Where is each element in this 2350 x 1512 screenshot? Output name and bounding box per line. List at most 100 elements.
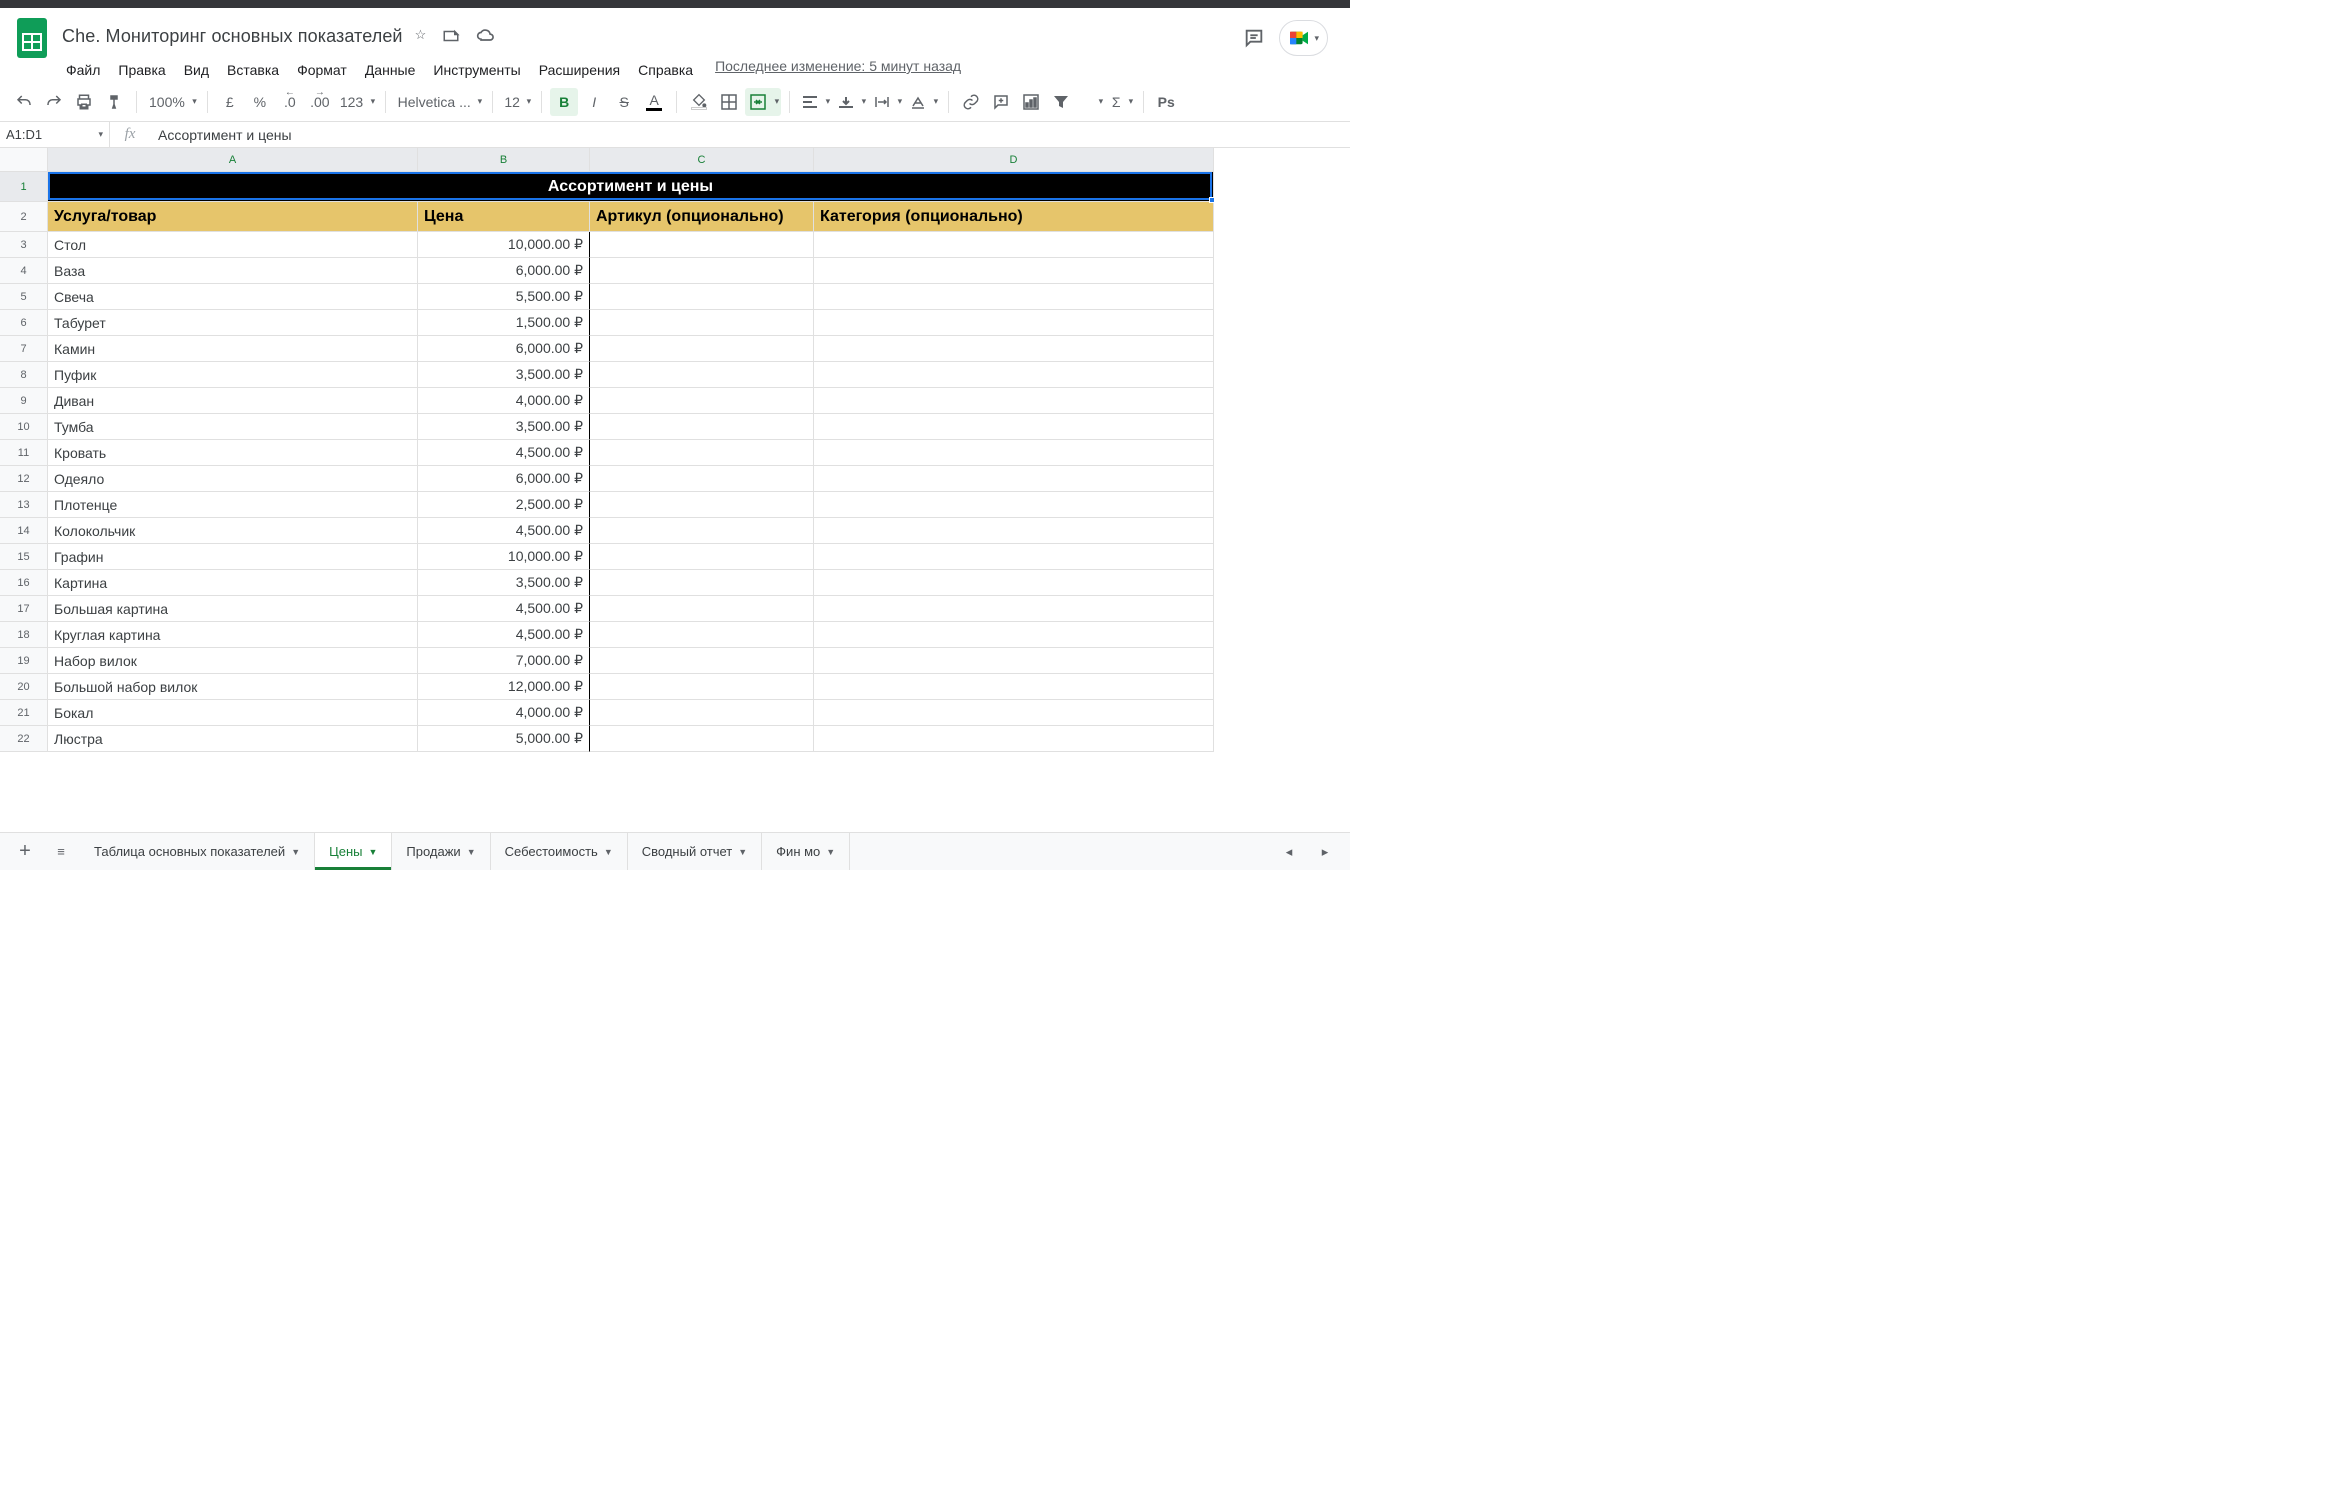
cell-D13[interactable] bbox=[814, 492, 1214, 518]
cell-B13[interactable]: 2,500.00 ₽ bbox=[418, 492, 590, 518]
strikethrough-icon[interactable]: S bbox=[610, 88, 638, 116]
row-header-20[interactable]: 20 bbox=[0, 674, 48, 700]
table-header-D[interactable]: Категория (опционально) bbox=[814, 202, 1214, 232]
cell-C21[interactable] bbox=[590, 700, 814, 726]
cell-A3[interactable]: Стол bbox=[48, 232, 418, 258]
currency-icon[interactable]: £ bbox=[216, 88, 244, 116]
cell-A12[interactable]: Одеяло bbox=[48, 466, 418, 492]
cell-D21[interactable] bbox=[814, 700, 1214, 726]
row-header-9[interactable]: 9 bbox=[0, 388, 48, 414]
cell-A22[interactable]: Люстра bbox=[48, 726, 418, 752]
row-header-13[interactable]: 13 bbox=[0, 492, 48, 518]
print-icon[interactable] bbox=[70, 88, 98, 116]
zoom-dropdown[interactable]: 100% bbox=[145, 88, 199, 116]
cell-C8[interactable] bbox=[590, 362, 814, 388]
all-sheets-icon[interactable]: ≡ bbox=[44, 837, 78, 867]
cell-D10[interactable] bbox=[814, 414, 1214, 440]
cell-D8[interactable] bbox=[814, 362, 1214, 388]
move-icon[interactable] bbox=[442, 27, 460, 45]
cell-C7[interactable] bbox=[590, 336, 814, 362]
cell-B5[interactable]: 5,500.00 ₽ bbox=[418, 284, 590, 310]
font-size-dropdown[interactable]: 12 bbox=[501, 88, 533, 116]
menu-tools[interactable]: Инструменты bbox=[425, 58, 528, 82]
merge-cells-icon[interactable] bbox=[745, 88, 781, 116]
chevron-down-icon[interactable]: ▼ bbox=[291, 847, 300, 857]
scroll-tabs-left-icon[interactable]: ◂ bbox=[1272, 837, 1306, 867]
menu-insert[interactable]: Вставка bbox=[219, 58, 287, 82]
cell-D11[interactable] bbox=[814, 440, 1214, 466]
cell-A17[interactable]: Большая картина bbox=[48, 596, 418, 622]
cell-B9[interactable]: 4,000.00 ₽ bbox=[418, 388, 590, 414]
cell-B20[interactable]: 12,000.00 ₽ bbox=[418, 674, 590, 700]
formula-input[interactable]: Ассортимент и цены bbox=[150, 127, 1350, 143]
cell-D12[interactable] bbox=[814, 466, 1214, 492]
col-header-A[interactable]: A bbox=[48, 148, 418, 172]
row-header-12[interactable]: 12 bbox=[0, 466, 48, 492]
menu-extensions[interactable]: Расширения bbox=[531, 58, 628, 82]
cell-D4[interactable] bbox=[814, 258, 1214, 284]
cell-C11[interactable] bbox=[590, 440, 814, 466]
last-edit-link[interactable]: Последнее изменение: 5 минут назад bbox=[715, 58, 961, 82]
spreadsheet-grid[interactable]: ABCD1Ассортимент и цены2Услуга/товарЦена… bbox=[0, 148, 1350, 832]
cell-B12[interactable]: 6,000.00 ₽ bbox=[418, 466, 590, 492]
borders-icon[interactable] bbox=[715, 88, 743, 116]
row-header-19[interactable]: 19 bbox=[0, 648, 48, 674]
cell-D20[interactable] bbox=[814, 674, 1214, 700]
cell-B14[interactable]: 4,500.00 ₽ bbox=[418, 518, 590, 544]
cell-A14[interactable]: Колокольчик bbox=[48, 518, 418, 544]
menu-format[interactable]: Формат bbox=[289, 58, 355, 82]
cell-A20[interactable]: Большой набор вилок bbox=[48, 674, 418, 700]
cell-A10[interactable]: Тумба bbox=[48, 414, 418, 440]
cell-A16[interactable]: Картина bbox=[48, 570, 418, 596]
row-header-11[interactable]: 11 bbox=[0, 440, 48, 466]
cell-C5[interactable] bbox=[590, 284, 814, 310]
chevron-down-icon[interactable]: ▼ bbox=[368, 847, 377, 857]
col-header-B[interactable]: B bbox=[418, 148, 590, 172]
cell-A6[interactable]: Табурет bbox=[48, 310, 418, 336]
cell-C12[interactable] bbox=[590, 466, 814, 492]
cell-D5[interactable] bbox=[814, 284, 1214, 310]
table-header-A[interactable]: Услуга/товар bbox=[48, 202, 418, 232]
cell-D6[interactable] bbox=[814, 310, 1214, 336]
cell-B16[interactable]: 3,500.00 ₽ bbox=[418, 570, 590, 596]
cell-B19[interactable]: 7,000.00 ₽ bbox=[418, 648, 590, 674]
cell-B4[interactable]: 6,000.00 ₽ bbox=[418, 258, 590, 284]
star-icon[interactable]: ☆ bbox=[415, 27, 427, 45]
meet-button[interactable]: ▾ bbox=[1279, 20, 1328, 56]
cell-B15[interactable]: 10,000.00 ₽ bbox=[418, 544, 590, 570]
col-header-C[interactable]: C bbox=[590, 148, 814, 172]
redo-icon[interactable] bbox=[40, 88, 68, 116]
cell-D18[interactable] bbox=[814, 622, 1214, 648]
row-header-14[interactable]: 14 bbox=[0, 518, 48, 544]
cell-B21[interactable]: 4,000.00 ₽ bbox=[418, 700, 590, 726]
cell-C6[interactable] bbox=[590, 310, 814, 336]
cell-D9[interactable] bbox=[814, 388, 1214, 414]
add-sheet-icon[interactable]: + bbox=[8, 837, 42, 867]
sheet-tab-4[interactable]: Сводный отчет▼ bbox=[628, 833, 762, 870]
percent-icon[interactable]: % bbox=[246, 88, 274, 116]
chevron-down-icon[interactable]: ▼ bbox=[604, 847, 613, 857]
cell-B17[interactable]: 4,500.00 ₽ bbox=[418, 596, 590, 622]
cell-B8[interactable]: 3,500.00 ₽ bbox=[418, 362, 590, 388]
text-wrap-icon[interactable] bbox=[870, 88, 904, 116]
menu-data[interactable]: Данные bbox=[357, 58, 424, 82]
cell-B11[interactable]: 4,500.00 ₽ bbox=[418, 440, 590, 466]
selection-handle[interactable] bbox=[1209, 197, 1215, 203]
sheet-tab-1[interactable]: Цены▼ bbox=[315, 833, 392, 870]
document-title[interactable]: Che. Мониторинг основных показателей bbox=[62, 26, 403, 47]
undo-icon[interactable] bbox=[10, 88, 38, 116]
cell-A19[interactable]: Набор вилок bbox=[48, 648, 418, 674]
cell-D14[interactable] bbox=[814, 518, 1214, 544]
sheet-tab-0[interactable]: Таблица основных показателей▼ bbox=[80, 833, 315, 870]
row-header-10[interactable]: 10 bbox=[0, 414, 48, 440]
cell-C3[interactable] bbox=[590, 232, 814, 258]
cell-C15[interactable] bbox=[590, 544, 814, 570]
row-header-1[interactable]: 1 bbox=[0, 172, 48, 202]
font-family-dropdown[interactable]: Helvetica ... bbox=[394, 88, 484, 116]
italic-icon[interactable]: I bbox=[580, 88, 608, 116]
sheet-tab-5[interactable]: Фин мо▼ bbox=[762, 833, 850, 870]
v-align-icon[interactable] bbox=[834, 88, 868, 116]
cell-C9[interactable] bbox=[590, 388, 814, 414]
cell-D17[interactable] bbox=[814, 596, 1214, 622]
insert-link-icon[interactable] bbox=[957, 88, 985, 116]
